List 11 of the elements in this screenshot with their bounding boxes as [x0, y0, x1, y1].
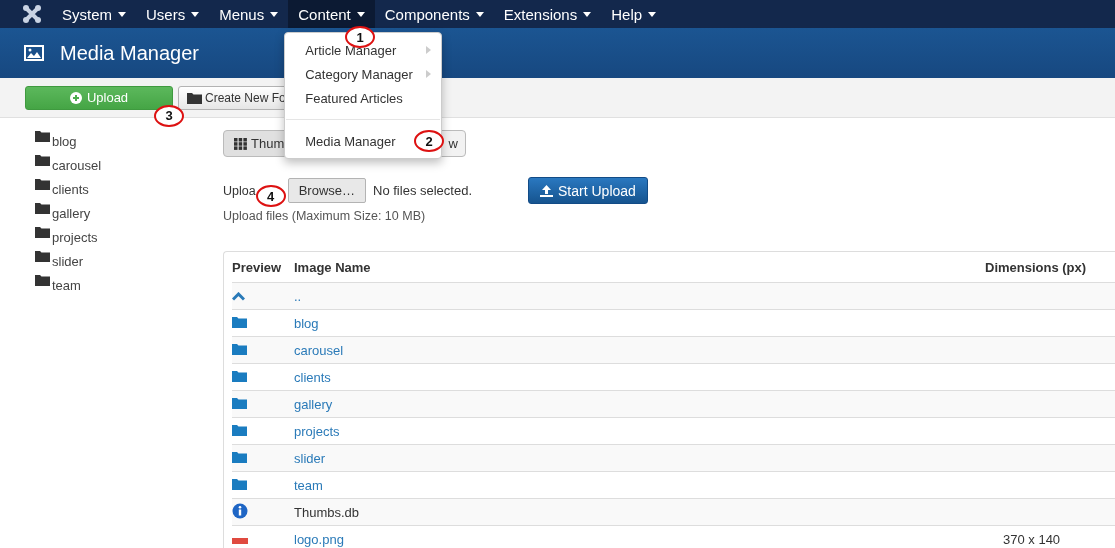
- file-name: Thumbs.db: [294, 504, 361, 520]
- callout-number: 2: [414, 130, 445, 152]
- dimensions-cell-text: 370 x 140: [1002, 531, 1062, 547]
- field-label: Uploa: [223, 183, 256, 198]
- column-header: Image Name: [294, 259, 372, 275]
- column-header: Preview: [232, 259, 283, 275]
- file-status: No files selected.: [373, 183, 474, 198]
- page-title: Media Manager: [60, 41, 199, 65]
- column-header: Dimensions (px): [985, 259, 1088, 275]
- callout-number: 4: [255, 185, 286, 207]
- upload-hint: Upload files (Maximum Size: 10 MB): [223, 209, 427, 223]
